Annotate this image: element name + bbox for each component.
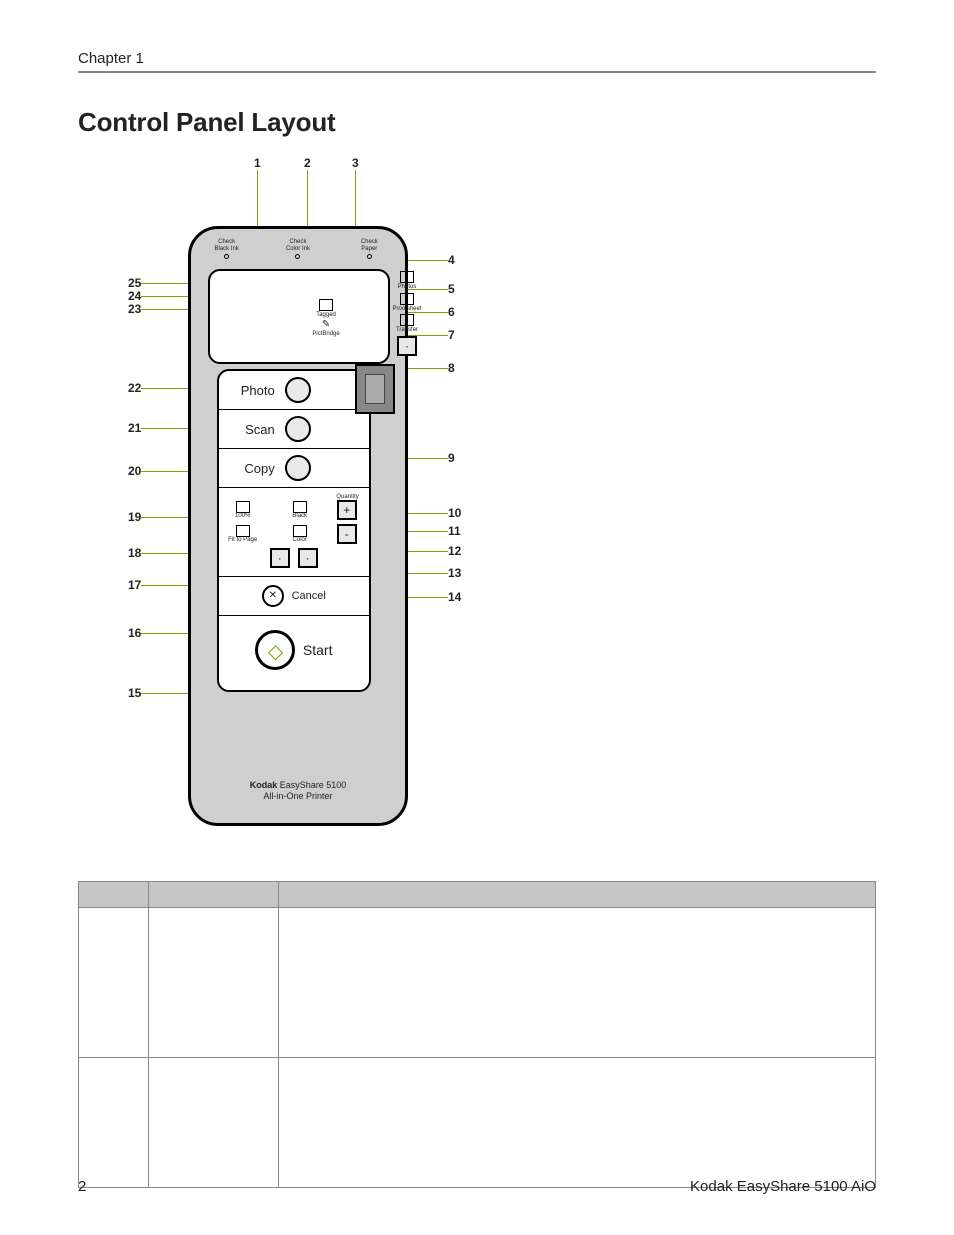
control-panel-diagram: 1 2 3 4 5 6 7 8 9 10 11 12 13 14 25 24 2… (128, 156, 468, 851)
photo-button[interactable] (285, 377, 311, 403)
led-black-ink: CheckBlack Ink (207, 239, 247, 259)
color-icon (293, 525, 307, 537)
callout-4: 4 (448, 253, 455, 267)
led-color-ink: CheckColor Ink (278, 239, 318, 259)
scan-label: Scan (227, 422, 275, 437)
callout-7: 7 (448, 328, 455, 342)
printer-panel: CheckBlack Ink CheckColor Ink CheckPaper… (188, 226, 408, 826)
copy-label: Copy (227, 461, 275, 476)
photos-icon (400, 271, 414, 283)
lcd-display (355, 364, 395, 414)
callout-6: 6 (448, 305, 455, 319)
option-button-a[interactable]: · (270, 548, 290, 568)
callout-22: 22 (128, 381, 141, 395)
fit-icon (236, 525, 250, 537)
callout-3: 3 (352, 156, 359, 170)
callout-21: 21 (128, 421, 141, 435)
photo-label: Photo (227, 383, 275, 398)
legend-table (78, 881, 876, 1188)
quantity-minus-button[interactable]: - (337, 524, 357, 544)
start-label: Start (303, 642, 333, 658)
chapter-header: Chapter 1 (78, 50, 876, 73)
callout-18: 18 (128, 546, 141, 560)
transfer-icon (400, 314, 414, 326)
callout-16: 16 (128, 626, 141, 640)
copy-button[interactable] (285, 455, 311, 481)
tagged-icon (319, 299, 333, 311)
option-button-b[interactable]: · (298, 548, 318, 568)
black-icon (293, 501, 307, 513)
callout-10: 10 (448, 506, 461, 520)
callout-12: 12 (448, 544, 461, 558)
cancel-label: Cancel (292, 590, 326, 602)
page-number: 2 (78, 1178, 86, 1195)
hundred-icon (236, 501, 250, 513)
callout-13: 13 (448, 566, 461, 580)
callout-8: 8 (448, 361, 455, 375)
callout-24: 24 (128, 289, 141, 303)
quantity-plus-button[interactable]: + (337, 500, 357, 520)
callout-19: 19 (128, 510, 141, 524)
start-button[interactable] (255, 630, 295, 670)
callout-2: 2 (304, 156, 311, 170)
pictbridge-label: PictBridge (312, 331, 339, 338)
brand-text: Kodak EasyShare 5100 All-in-One Printer (191, 780, 405, 803)
led-paper: CheckPaper (349, 239, 389, 259)
callout-15: 15 (128, 686, 141, 700)
callout-11: 11 (448, 524, 461, 538)
scan-button[interactable] (285, 416, 311, 442)
side-button[interactable]: · (397, 336, 417, 356)
callout-14: 14 (448, 590, 461, 604)
product-name: Kodak EasyShare 5100 AiO (690, 1178, 876, 1195)
callout-1: 1 (254, 156, 261, 170)
callout-5: 5 (448, 282, 455, 296)
tagged-label: Tagged (312, 312, 339, 319)
proofsheet-icon (400, 293, 414, 305)
callout-25: 25 (128, 276, 141, 290)
callout-17: 17 (128, 578, 141, 592)
section-title: Control Panel Layout (78, 107, 876, 138)
callout-20: 20 (128, 464, 141, 478)
cancel-button[interactable] (262, 585, 284, 607)
callout-23: 23 (128, 302, 141, 316)
callout-9: 9 (448, 451, 455, 465)
